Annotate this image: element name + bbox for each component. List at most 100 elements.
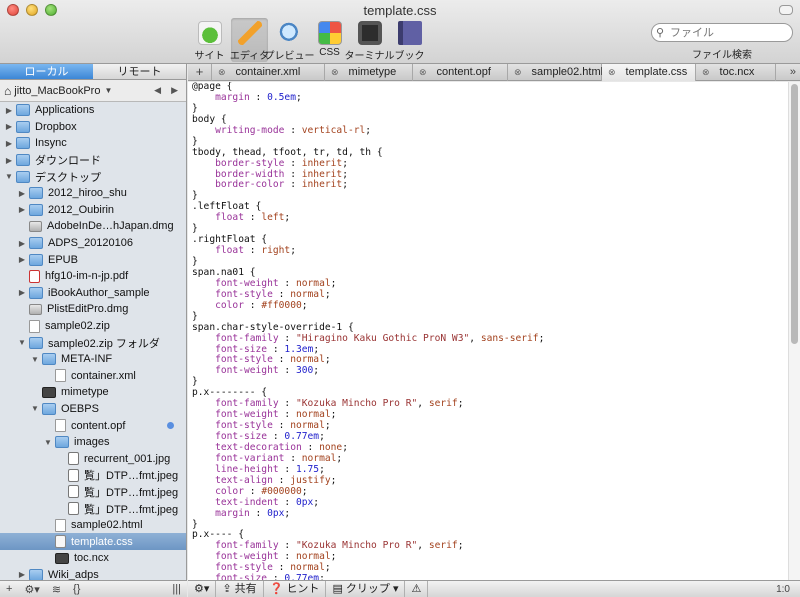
chevron-down-icon[interactable]: ▼: [104, 86, 112, 95]
file-tab[interactable]: ⊗ container.xml: [212, 63, 325, 81]
tree-item[interactable]: hfg10-im-n-jp.pdf: [0, 268, 186, 285]
hint-button[interactable]: ❓ ヒント: [264, 580, 327, 597]
close-tab-icon[interactable]: ⊗: [218, 67, 226, 78]
disclosure-open-icon[interactable]: ▼: [4, 172, 14, 181]
location-name[interactable]: jitto_MacBookPro: [14, 85, 100, 97]
tree-item[interactable]: ▶ Insync: [0, 135, 186, 152]
code-editor[interactable]: @page { margin : 0.5em;} body { writing-m…: [188, 82, 788, 580]
tree-item[interactable]: ▼ デスクトップ: [0, 168, 186, 185]
disclosure-closed-icon[interactable]: ▶: [4, 139, 14, 148]
tree-item[interactable]: ▶ ダウンロード: [0, 152, 186, 169]
code-token: inherit: [301, 157, 343, 169]
new-tab-button[interactable]: +: [188, 63, 212, 81]
tree-item-label: sample02.zip フォルダ: [48, 337, 160, 350]
disclosure-open-icon[interactable]: ▼: [30, 355, 40, 364]
tree-item[interactable]: sample02.zip: [0, 318, 186, 335]
file-tab[interactable]: ⊗ sample02.html: [508, 63, 603, 81]
toolbar-toggle-button[interactable]: [779, 5, 793, 15]
doc-icon: [55, 419, 66, 433]
file-tab[interactable]: ⊗ mimetype: [325, 63, 413, 81]
tree-item[interactable]: ▶ Dropbox: [0, 119, 186, 136]
disclosure-open-icon[interactable]: ▼: [30, 404, 40, 413]
share-button[interactable]: ⇪ 共有: [216, 580, 264, 597]
disclosure-closed-icon[interactable]: ▶: [17, 239, 27, 248]
disclosure-open-icon[interactable]: ▼: [43, 438, 53, 447]
toolbar-button-4[interactable]: ターミナル: [345, 18, 395, 62]
add-button[interactable]: +: [0, 583, 18, 595]
resize-grip-icon[interactable]: |||: [166, 583, 187, 595]
disclosure-closed-icon[interactable]: ▶: [17, 189, 27, 198]
tree-item[interactable]: template.css: [0, 533, 186, 551]
tree-item[interactable]: 覧」DTP…fmt.jpeg: [0, 467, 186, 484]
close-tab-icon[interactable]: ⊗: [608, 67, 616, 78]
sidebar-tab-1[interactable]: リモート: [93, 64, 186, 79]
tree-item-label: 2012_hiroo_shu: [48, 187, 127, 200]
disclosure-open-icon[interactable]: ▼: [17, 338, 27, 347]
tree-item[interactable]: ▶ ADPS_20120106: [0, 235, 186, 252]
code-token: margin: [192, 91, 250, 103]
file-tab[interactable]: ⊗ toc.ncx: [696, 63, 776, 81]
disclosure-closed-icon[interactable]: ▶: [17, 205, 27, 214]
clip-label: クリップ: [345, 582, 390, 595]
tree-item[interactable]: ▶ EPUB: [0, 251, 186, 268]
code-token: ;: [284, 507, 291, 519]
clip-button[interactable]: ▤ クリップ ▾: [326, 580, 406, 597]
tree-item[interactable]: sample02.html: [0, 517, 186, 534]
code-token: color: [192, 299, 244, 311]
forward-button[interactable]: ▶: [171, 85, 178, 96]
toolbar-button-3[interactable]: CSS: [311, 18, 348, 62]
file-tab-label: template.css: [625, 66, 688, 78]
code-token: 0px: [267, 507, 285, 519]
editor-scrollbar[interactable]: [788, 82, 800, 580]
tree-item[interactable]: ▼ sample02.zip フォルダ: [0, 334, 186, 351]
file-tab[interactable]: ⊗ content.opf: [413, 63, 508, 81]
clip-doc-icon: ▤: [332, 582, 346, 595]
tree-item[interactable]: mimetype: [0, 384, 186, 401]
tree-item[interactable]: ▼ META-INF: [0, 351, 186, 368]
scrollbar-thumb[interactable]: [791, 84, 798, 344]
disclosure-closed-icon[interactable]: ▶: [4, 122, 14, 131]
toolbar-button-0[interactable]: サイト: [191, 18, 228, 62]
tree-item[interactable]: ▶ 2012_Oubirin: [0, 202, 186, 219]
file-search-input[interactable]: [651, 23, 793, 42]
tree-item[interactable]: PlistEditPro.dmg: [0, 301, 186, 318]
brace-icon[interactable]: {}: [67, 583, 86, 595]
code-token: "Hiragino Kaku Gothic ProN W3": [295, 332, 470, 344]
folder-icon: [29, 336, 43, 349]
toolbar-button-1[interactable]: エディタ: [230, 18, 269, 62]
tree-item[interactable]: recurrent_001.jpg: [0, 450, 186, 467]
file-tab[interactable]: ⊗ template.css: [602, 63, 696, 81]
toolbar-button-5[interactable]: ブック: [391, 18, 428, 62]
disclosure-closed-icon[interactable]: ▶: [17, 255, 27, 264]
code-token: 0.77em: [284, 431, 320, 442]
close-tab-icon[interactable]: ⊗: [514, 67, 522, 78]
tree-item[interactable]: ▼ OEBPS: [0, 401, 186, 418]
tree-item[interactable]: 覧」DTP…fmt.jpeg: [0, 500, 186, 517]
disclosure-closed-icon[interactable]: ▶: [4, 106, 14, 115]
sidebar-tab-0[interactable]: ローカル: [0, 64, 93, 79]
close-tab-icon[interactable]: ⊗: [419, 67, 427, 78]
tree-item[interactable]: content.opf: [0, 417, 186, 434]
disclosure-closed-icon[interactable]: ▶: [17, 570, 27, 579]
tree-item[interactable]: ▼ images: [0, 434, 186, 451]
toolbar-button-2[interactable]: プレビュー: [265, 18, 315, 62]
gear-menu-button[interactable]: ⚙▾: [18, 583, 45, 596]
code-token: .rightFloat {: [192, 234, 268, 246]
tree-item[interactable]: AdobeInDe…hJapan.dmg: [0, 218, 186, 235]
tree-item[interactable]: 覧」DTP…fmt.jpeg: [0, 484, 186, 501]
more-tabs-button[interactable]: »: [790, 66, 800, 78]
tree-item[interactable]: ▶ 2012_hiroo_shu: [0, 185, 186, 202]
close-tab-icon[interactable]: ⊗: [331, 67, 339, 78]
disclosure-closed-icon[interactable]: ▶: [4, 156, 14, 165]
code-token: ;: [319, 431, 325, 442]
tree-item[interactable]: toc.ncx: [0, 550, 186, 567]
tree-item[interactable]: ▶ iBookAuthor_sample: [0, 285, 186, 302]
close-tab-icon[interactable]: ⊗: [702, 67, 710, 78]
back-button[interactable]: ◀: [154, 85, 161, 96]
tree-item[interactable]: ▶ Applications: [0, 102, 186, 119]
gear-menu-button[interactable]: ⚙▾: [188, 580, 217, 597]
tree-item[interactable]: container.xml: [0, 368, 186, 385]
wifi-icon[interactable]: ≋: [46, 583, 67, 596]
warning-icon[interactable]: ⚠: [405, 580, 429, 597]
disclosure-closed-icon[interactable]: ▶: [17, 288, 27, 297]
